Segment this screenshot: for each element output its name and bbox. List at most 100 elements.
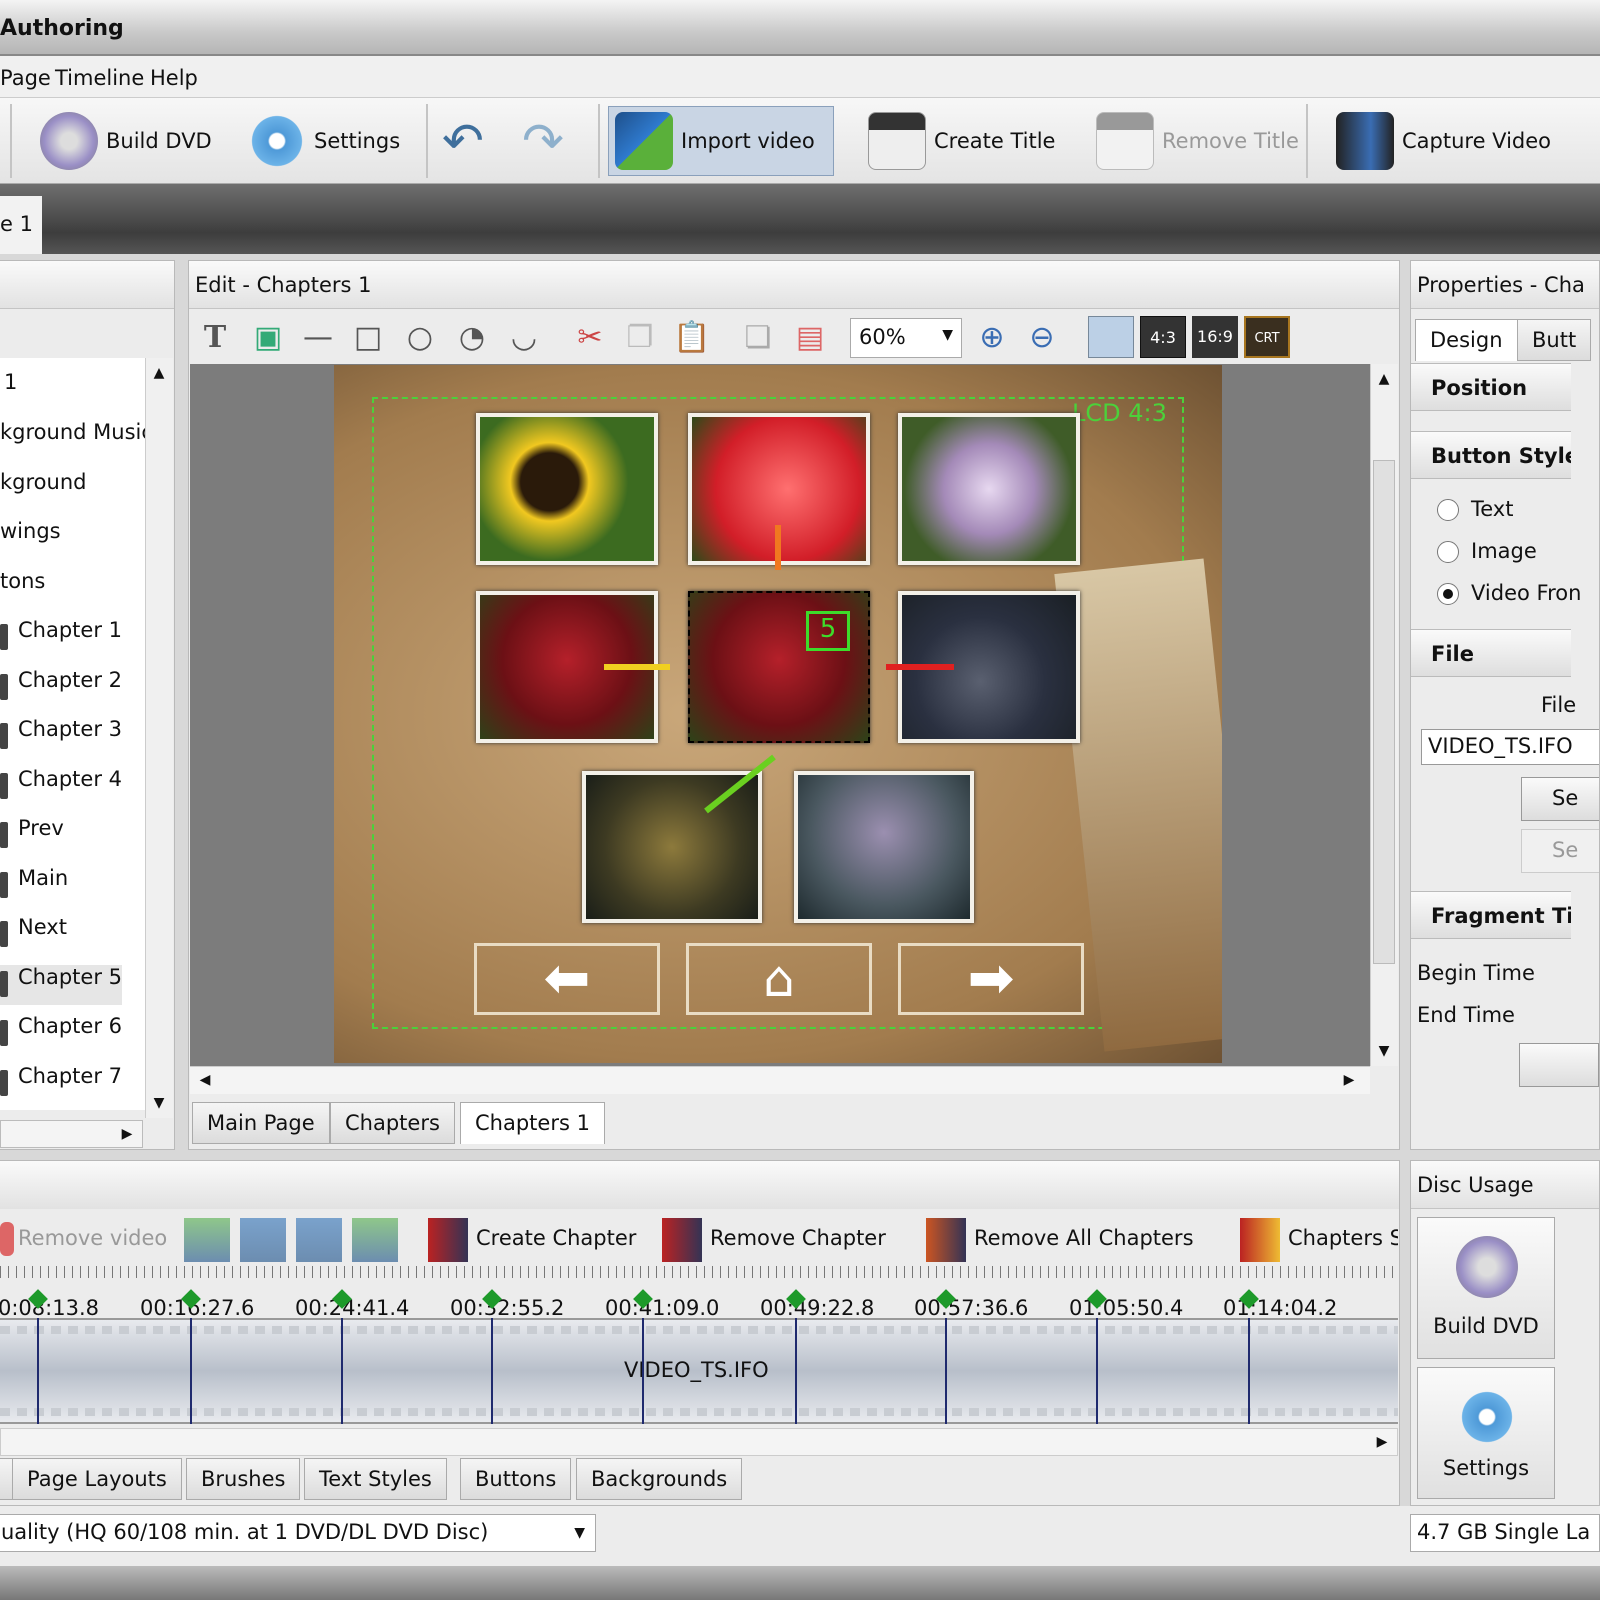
scroll-left-icon[interactable]: ◀ [192,1067,218,1093]
tree-item-chapter-4[interactable]: Chapter 4 [0,767,122,807]
capture-video-label: Capture Video [1402,129,1552,153]
zoom-out-icon[interactable]: ⊖ [1022,318,1062,358]
scroll-right-icon[interactable]: ▶ [1369,1429,1395,1455]
scroll-up-icon[interactable]: ▲ [1371,366,1397,392]
scroll-right-icon[interactable]: ▶ [114,1121,140,1147]
aspect-4-3-button[interactable]: 4:3 [1140,316,1186,358]
tree-item-chapter-6[interactable]: Chapter 6 [0,1014,122,1054]
tree-item-next[interactable]: Next [0,915,67,955]
ellipse-tool-icon[interactable]: ○ [400,318,440,358]
build-dvd-button[interactable]: Build DVD [34,106,218,176]
redo-button[interactable]: ↷ [516,106,570,176]
rotate-left-icon[interactable] [240,1218,286,1262]
tree-item-chapter-5[interactable]: Chapter 5 [0,965,122,1005]
tab-main-page[interactable]: Main Page [192,1102,330,1144]
remove-all-chapters-button[interactable]: Remove All Chapters [926,1218,1194,1264]
tree-item[interactable]: 1 [0,370,17,410]
remove-video-button[interactable]: Remove video [0,1218,167,1264]
scroll-down-icon[interactable]: ▼ [146,1090,172,1116]
tree-item-main[interactable]: Main [0,866,68,906]
remove-title-button[interactable]: Remove Title [1090,106,1305,176]
paste-icon[interactable]: 📋 [672,318,712,358]
tab-chapters[interactable]: Chapters [330,1102,455,1144]
tab-buttons[interactable]: Buttons [460,1458,572,1500]
arrange-icon[interactable]: ❏ [738,318,778,358]
safe-area-toggle[interactable] [1088,316,1134,358]
aspect-16-9-button[interactable]: 16:9 [1192,316,1238,358]
section-position[interactable]: Position [1411,363,1571,411]
pie-tool-icon[interactable]: ◔ [452,318,492,358]
align-icon[interactable]: ▤ [790,318,830,358]
tree-item[interactable]: kground [0,470,86,510]
canvas-vertical-scrollbar[interactable]: ▲ ▼ [1370,364,1398,1066]
text-tool-icon[interactable]: T [195,318,235,358]
document-tab[interactable]: e 1 [0,196,42,254]
scroll-thumb[interactable] [1373,460,1395,964]
tree-item-chapter-1[interactable]: Chapter 1 [0,618,122,658]
select-file-button[interactable]: Se [1521,777,1599,821]
crt-button[interactable]: CRT [1244,316,1290,358]
import-video-button[interactable]: Import video [608,106,834,176]
radio-video-frame[interactable] [1437,583,1459,605]
capture-video-button[interactable]: Capture Video [1330,106,1557,176]
settings-button[interactable]: Settings [242,106,406,176]
tree-item[interactable]: tons [0,569,45,609]
disc-capacity-select[interactable]: 4.7 GB Single La [1410,1514,1600,1552]
remove-video-label: Remove video [18,1226,168,1250]
tree-horizontal-scrollbar[interactable]: ▶ [0,1120,143,1148]
disc-settings-button[interactable]: Settings [1417,1367,1555,1499]
tab-buttons[interactable]: Butt [1517,319,1592,361]
zoom-in-icon[interactable]: ⊕ [972,318,1012,358]
undo-button[interactable]: ↶ [436,106,490,176]
line-tool-icon[interactable]: — [298,318,338,358]
fragment-button[interactable] [1519,1043,1599,1087]
video-track-clip[interactable]: VIDEO_TS.IFO [0,1318,1398,1424]
move-right-icon[interactable] [352,1218,398,1262]
file-field[interactable]: VIDEO_TS.IFO [1421,729,1599,765]
tab-text-styles[interactable]: Text Styles [304,1458,447,1500]
menu-canvas[interactable]: LCD 4:3 5 ⬅ ⌂ ➡ [334,365,1222,1063]
menu-page[interactable]: Page [0,66,51,90]
scroll-down-icon[interactable]: ▼ [1371,1038,1397,1064]
tab-chapters-1[interactable]: Chapters 1 [460,1102,605,1144]
tree-item[interactable]: wings [0,519,61,559]
rotate-right-icon[interactable] [296,1218,342,1262]
create-chapter-button[interactable]: Create Chapter [428,1218,636,1264]
tree-item-chapter-2[interactable]: Chapter 2 [0,668,122,708]
tree-item-chapter-3[interactable]: Chapter 3 [0,717,122,757]
section-fragment-time[interactable]: Fragment Ti [1411,891,1571,939]
select-button-disabled[interactable]: Se [1521,829,1599,873]
tab-design[interactable]: Design [1415,319,1518,361]
scroll-up-icon[interactable]: ▲ [146,360,172,386]
radio-text[interactable] [1437,499,1459,521]
tree-vertical-scrollbar[interactable]: ▲ ▼ [145,358,173,1118]
quality-select[interactable]: uality (HQ 60/108 min. at 1 DVD/DL DVD D… [0,1514,596,1552]
section-button-style[interactable]: Button Style [1411,431,1571,479]
tab-page-layouts[interactable]: Page Layouts [12,1458,182,1500]
menu-help[interactable]: Help [150,66,198,90]
tab-brushes[interactable]: Brushes [186,1458,301,1500]
canvas-horizontal-scrollbar[interactable]: ◀ ▶ [190,1066,1370,1094]
chapters-settings-button[interactable]: Chapters S [1240,1218,1398,1264]
disc-build-dvd-button[interactable]: Build DVD [1417,1217,1555,1359]
button-icon [0,1070,8,1096]
cut-icon[interactable]: ✂ [570,318,610,358]
image-tool-icon[interactable]: ▣ [248,318,288,358]
timeline-horizontal-scrollbar[interactable]: ▶ [0,1428,1398,1456]
tree-item-chapter-7[interactable]: Chapter 7 [0,1064,122,1104]
menu-timeline[interactable]: Timeline [55,66,144,90]
button-icon [0,674,8,700]
tree-item[interactable]: kground Music [0,420,145,460]
remove-chapter-button[interactable]: Remove Chapter [662,1218,886,1264]
arc-tool-icon[interactable]: ◡ [504,318,544,358]
tree-item-prev[interactable]: Prev [0,816,64,856]
tab-backgrounds[interactable]: Backgrounds [576,1458,743,1500]
section-file[interactable]: File [1411,629,1571,677]
move-left-icon[interactable] [184,1218,230,1262]
create-title-button[interactable]: Create Title [862,106,1061,176]
radio-image[interactable] [1437,541,1459,563]
rectangle-tool-icon[interactable]: □ [348,318,388,358]
scroll-right-icon[interactable]: ▶ [1336,1067,1362,1093]
copy-icon[interactable]: ❐ [620,318,660,358]
zoom-select[interactable]: 60% ▼ [850,318,962,358]
